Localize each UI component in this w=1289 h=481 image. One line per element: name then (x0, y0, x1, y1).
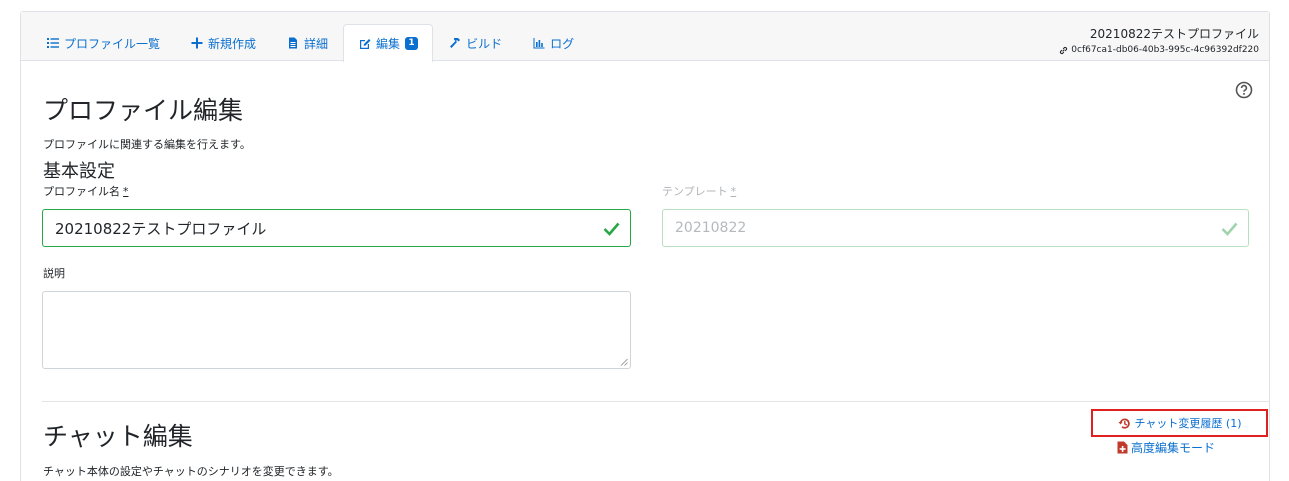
list-icon (46, 37, 59, 50)
tab-edit[interactable]: 編集 1 (343, 24, 434, 62)
profile-info: 20210822テストプロファイル 0cf67ca1-db06-40b3-995… (1059, 25, 1259, 55)
file-plus-icon (1117, 441, 1128, 454)
tab-build[interactable]: ビルド (433, 24, 517, 61)
tab-label: ログ (550, 36, 575, 51)
check-icon (603, 222, 620, 236)
description-label: 説明 (43, 267, 65, 280)
chat-section-description: チャット本体の設定やチャットのシナリオを変更できます。 (43, 465, 339, 478)
plus-icon (190, 37, 203, 50)
label-text: テンプレート (662, 185, 728, 198)
question-circle-icon[interactable] (1235, 81, 1253, 99)
tab-label: 詳細 (304, 36, 329, 51)
description-textarea[interactable] (42, 291, 631, 369)
edit-icon (358, 37, 371, 50)
required-mark: * (730, 185, 737, 198)
profile-card: プロファイル一覧 新規作成 詳細 編集 1 ビルド ログ 20210822テスト… (20, 11, 1270, 481)
resize-handle-icon[interactable] (620, 358, 628, 366)
tab-label: 新規作成 (208, 36, 257, 51)
tab-label: プロファイル一覧 (64, 36, 161, 51)
file-icon (286, 37, 299, 50)
check-icon (1221, 222, 1238, 236)
advanced-edit-mode-link[interactable]: 高度編集モード (1117, 439, 1215, 456)
page-title: プロファイル編集 (43, 96, 244, 125)
template-input: 20210822 (662, 209, 1249, 247)
tab-log[interactable]: ログ (517, 24, 589, 61)
chat-section-title: チャット編集 (43, 422, 193, 451)
template-label: テンプレート * (662, 183, 736, 199)
template-value: 20210822 (675, 220, 747, 236)
label-text: プロファイル名 (43, 185, 120, 198)
page-description: プロファイルに関連する編集を行えます。 (43, 138, 251, 151)
tab-detail[interactable]: 詳細 (271, 24, 343, 61)
profile-name-label: プロファイル名 * (43, 183, 129, 199)
link-icon (1060, 46, 1068, 54)
uuid-text: 0cf67ca1-db06-40b3-995c-4c96392df220 (1071, 45, 1259, 55)
section-title-basic: 基本設定 (43, 161, 115, 182)
profile-uuid[interactable]: 0cf67ca1-db06-40b3-995c-4c96392df220 (1059, 45, 1259, 55)
chat-history-link[interactable]: チャット変更履歴 (1) (1091, 409, 1268, 437)
tab-profile-list[interactable]: プロファイル一覧 (31, 24, 175, 61)
tab-label: 編集 (376, 37, 401, 51)
profile-name-value: 20210822テストプロファイル (55, 219, 267, 238)
tab-label: ビルド (466, 36, 503, 51)
history-link-label: チャット変更履歴 (1) (1134, 417, 1242, 430)
nav-tabs: プロファイル一覧 新規作成 詳細 編集 1 ビルド ログ (31, 24, 589, 62)
history-icon (1118, 418, 1130, 429)
profile-name-input[interactable]: 20210822テストプロファイル (42, 209, 631, 247)
edit-count-badge: 1 (405, 37, 419, 50)
card-header: プロファイル一覧 新規作成 詳細 編集 1 ビルド ログ 20210822テスト… (21, 12, 1269, 62)
hammer-icon (448, 37, 461, 50)
bar-chart-icon (532, 37, 545, 50)
profile-name: 20210822テストプロファイル (1089, 27, 1259, 41)
required-mark: * (123, 185, 129, 198)
tab-new[interactable]: 新規作成 (175, 24, 271, 61)
advanced-link-label: 高度編集モード (1131, 441, 1216, 455)
section-divider (42, 401, 1270, 402)
